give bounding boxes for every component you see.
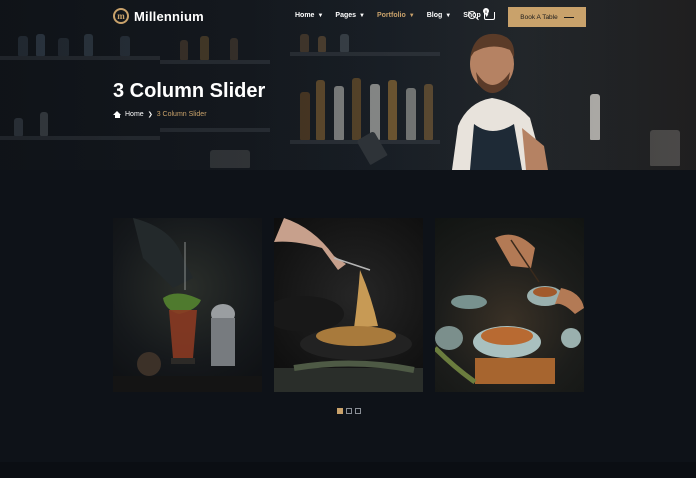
breadcrumb-home-link[interactable]: Home	[125, 111, 144, 118]
arrow-line-icon	[563, 16, 574, 18]
chevron-right-icon: ❯	[147, 112, 153, 118]
food-bowl-image	[435, 234, 584, 385]
slider-pagination	[337, 408, 361, 414]
slide-pasta[interactable]	[274, 218, 423, 392]
site-logo[interactable]: m Millennium	[113, 8, 204, 24]
chevron-down-icon: ▼	[445, 12, 452, 19]
slider-dot-2[interactable]	[346, 408, 352, 414]
home-icon	[113, 111, 121, 118]
nav-item-label: Blog	[426, 12, 443, 19]
breadcrumb-current: 3 Column Slider	[156, 111, 207, 118]
book-table-label: Book A Table	[520, 13, 558, 21]
chevron-down-icon: ▼	[317, 12, 324, 19]
nav-item-home[interactable]: Home ▼	[295, 12, 323, 19]
search-icon[interactable]	[468, 11, 476, 19]
page: m Millennium Home ▼ Pages ▼ Portfolio ▼ Blo…	[0, 0, 696, 478]
slide-food-bowl[interactable]	[435, 218, 584, 392]
logo-text: Millennium	[134, 8, 204, 24]
cocktail-image	[113, 218, 262, 392]
site-header: m Millennium Home ▼ Pages ▼ Portfolio ▼ Blo…	[0, 0, 696, 34]
slide-cocktail[interactable]	[113, 218, 262, 392]
book-table-button[interactable]: Book A Table	[508, 7, 586, 27]
nav-item-label: Portfolio	[376, 12, 406, 19]
breadcrumb: Home ❯ 3 Column Slider	[113, 111, 207, 118]
slider-dot-3[interactable]	[355, 408, 361, 414]
chevron-down-icon: ▼	[408, 12, 415, 19]
pasta-image	[274, 218, 423, 392]
nav-item-pages[interactable]: Pages ▼	[335, 12, 365, 19]
page-title: 3 Column Slider	[113, 80, 266, 102]
slider-dot-1[interactable]	[337, 408, 343, 414]
footer-strip	[0, 462, 696, 478]
chevron-down-icon: ▼	[359, 12, 365, 19]
cart-count-badge: 0	[483, 8, 489, 14]
nav-item-blog[interactable]: Blog ▼	[427, 12, 452, 19]
main-nav: Home ▼ Pages ▼ Portfolio ▼ Blog ▼ Shop ▼	[295, 12, 490, 19]
m-monogram-icon: m	[113, 8, 129, 24]
three-column-slider[interactable]	[113, 218, 584, 392]
nav-item-label: Pages	[335, 12, 357, 19]
bartender-image	[452, 33, 548, 170]
nav-item-label: Home	[295, 12, 315, 19]
nav-item-portfolio[interactable]: Portfolio ▼	[377, 12, 415, 19]
